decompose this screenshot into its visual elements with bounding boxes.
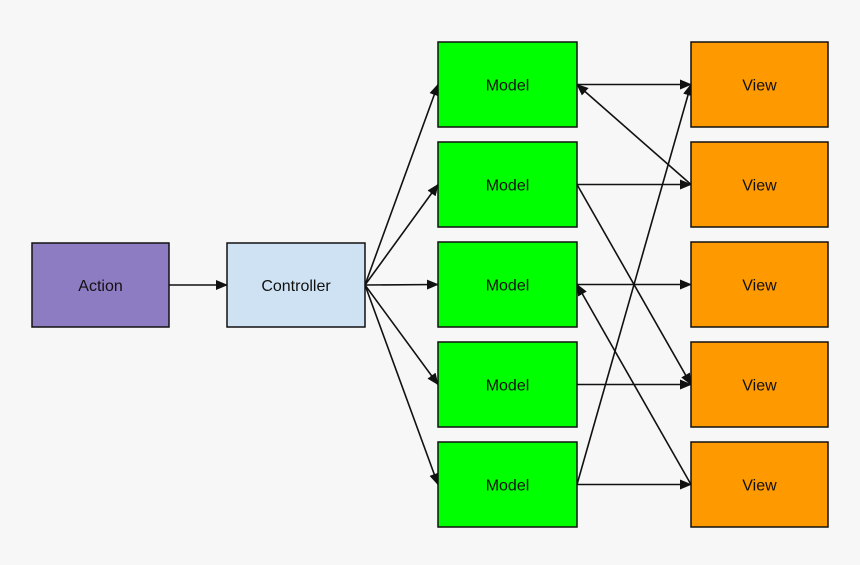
view-label: View (742, 278, 777, 295)
node-model5: Model (437, 441, 578, 528)
node-view1: View (690, 41, 829, 128)
node-model4: Model (437, 341, 578, 428)
node-model1: Model (437, 41, 578, 128)
arrow-view2-to-model1 (576, 83, 692, 186)
arrow-controller-to-model1 (364, 83, 439, 286)
action-label: Action (78, 278, 122, 295)
arrow-controller-to-model5 (364, 284, 439, 486)
view-label: View (742, 78, 777, 95)
node-model3: Model (437, 241, 578, 328)
arrow-controller-to-model4 (364, 284, 439, 386)
model-label: Model (486, 278, 530, 295)
node-view4: View (690, 341, 829, 428)
node-model2: Model (437, 141, 578, 228)
controller-label: Controller (261, 278, 331, 295)
node-controller: Controller (226, 242, 366, 328)
view-label: View (742, 378, 777, 395)
node-view2: View (690, 141, 829, 228)
model-label: Model (486, 478, 530, 495)
arrow-controller-to-model2 (364, 183, 439, 286)
view-label: View (742, 178, 777, 195)
node-view5: View (690, 441, 829, 528)
model-label: Model (486, 378, 530, 395)
model-label: Model (486, 78, 530, 95)
node-view3: View (690, 241, 829, 328)
view-label: View (742, 478, 777, 495)
mvc-flow-diagram: Action Controller Model Model Model Model Mode… (31, 41, 829, 528)
arrow-controller-to-model3 (364, 279, 439, 290)
model-label: Model (486, 178, 530, 195)
node-action: Action (31, 242, 170, 328)
